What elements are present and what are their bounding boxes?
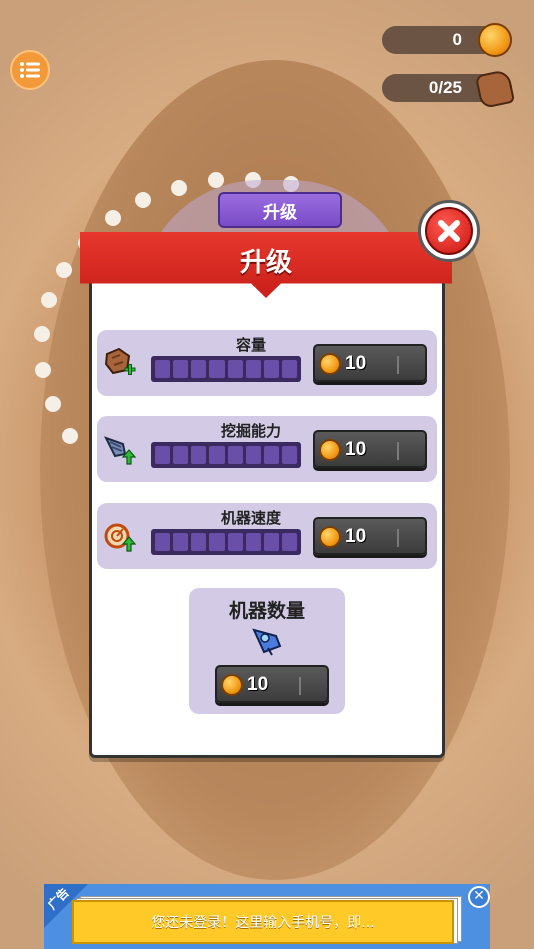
ore-count: 0/25 [428, 78, 462, 97]
path-dot [35, 362, 51, 378]
buy-machine-speed-button[interactable]: 10 [313, 517, 427, 555]
price-label: 10 [345, 439, 367, 460]
close-button[interactable] [418, 200, 480, 262]
upgrade-row-dig-power: 挖掘能力 10 [97, 416, 437, 482]
buy-capacity-button[interactable]: 10 [313, 344, 427, 382]
level-bar [151, 442, 301, 468]
machine-count-card: 机器数量 10 [189, 588, 345, 714]
coin-icon [319, 439, 341, 461]
drill-robot-icon [252, 628, 282, 656]
ore-icon [474, 68, 516, 110]
path-dot [45, 396, 61, 412]
path-dot [135, 192, 151, 208]
price-label: 10 [247, 674, 269, 695]
path-dot [41, 292, 57, 308]
price-label: 10 [345, 526, 367, 547]
panel-title: 升级 [239, 248, 292, 278]
buy-machine-button[interactable]: 10 [215, 665, 329, 703]
ad-close-button[interactable]: ✕ [468, 886, 490, 908]
buy-dig-power-button[interactable]: 10 [313, 430, 427, 468]
machine-count-title: 机器数量 [228, 600, 305, 622]
level-bar [151, 356, 301, 382]
path-dot [56, 262, 72, 278]
path-dot [34, 326, 50, 342]
list-icon [20, 62, 40, 78]
coin-count: 0 [452, 30, 462, 49]
upgrade-row-capacity: 容量 10 [97, 330, 437, 396]
coin-icon [478, 23, 512, 57]
ore-plus-icon [104, 347, 136, 375]
path-dot [105, 210, 121, 226]
ad-login-prompt[interactable]: 您还未登录！这里输入手机号，即... [72, 900, 454, 944]
coin-icon [221, 674, 243, 696]
price-label: 10 [345, 353, 367, 374]
upgrade-tab-button[interactable]: 升级 [218, 192, 342, 228]
upgrade-tab-label: 升级 [263, 202, 297, 223]
coin-icon [319, 526, 341, 548]
close-icon [438, 220, 460, 242]
upgrade-row-machine-speed: 机器速度 10 [97, 503, 437, 569]
menu-button[interactable] [10, 50, 50, 90]
close-icon: ✕ [473, 888, 485, 904]
speed-up-icon [104, 523, 137, 552]
level-bar [151, 529, 301, 555]
path-dot [171, 180, 187, 196]
coin-icon [319, 353, 341, 375]
path-dot [62, 428, 78, 444]
drill-up-icon [103, 436, 137, 465]
ad-message: 您还未登录！这里输入手机号，即... [151, 915, 375, 931]
